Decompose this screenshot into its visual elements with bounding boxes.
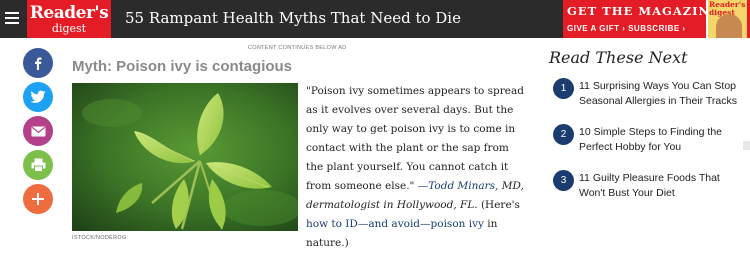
hamburger-menu-icon[interactable] bbox=[5, 10, 19, 26]
expert-quote: "Poison ivy sometimes appears to spread … bbox=[306, 82, 528, 253]
item-link-text[interactable]: 10 Simple Steps to Finding the Perfect H… bbox=[579, 125, 747, 155]
myth-heading: Myth: Poison ivy is contagious bbox=[72, 58, 293, 75]
item-link-text[interactable]: 11 Guilty Pleasure Foods That Won't Bust… bbox=[579, 171, 747, 201]
magazine-cover-image[interactable]: Reader's digest bbox=[706, 0, 747, 38]
logo-line1: Reader's bbox=[29, 3, 109, 23]
quote-text: "Poison ivy sometimes appears to spread … bbox=[306, 85, 524, 192]
facebook-icon bbox=[35, 57, 42, 70]
gift-subscribe-links[interactable]: GIVE A GIFT › SUBSCRIBE › bbox=[567, 24, 686, 33]
twitter-icon bbox=[30, 90, 46, 103]
twitter-share-button[interactable] bbox=[23, 82, 53, 112]
email-share-button[interactable] bbox=[23, 116, 53, 146]
email-icon bbox=[31, 126, 45, 136]
item-number-badge: 2 bbox=[553, 124, 574, 145]
top-header: Reader's digest 55 Rampant Health Myths … bbox=[0, 0, 750, 38]
cover-portrait bbox=[716, 14, 742, 38]
poison-ivy-guide-link[interactable]: how to ID—and avoid—poison ivy bbox=[306, 218, 484, 230]
photo-credit: ISTOCK/NODEROG bbox=[72, 235, 127, 241]
print-icon bbox=[31, 158, 45, 172]
read-next-item-2[interactable]: 2 10 Simple Steps to Finding the Perfect… bbox=[549, 124, 749, 170]
print-button[interactable] bbox=[23, 150, 53, 180]
poison-ivy-illustration bbox=[72, 83, 298, 231]
here-text: (Here's bbox=[477, 199, 520, 211]
poison-ivy-photo bbox=[72, 83, 298, 231]
read-next-item-1[interactable]: 1 11 Surprising Ways You Can Stop Season… bbox=[549, 78, 749, 124]
read-next-sidebar: Read These Next 1 11 Surprising Ways You… bbox=[549, 48, 749, 216]
article-headline: 55 Rampant Health Myths That Need to Die bbox=[125, 9, 461, 27]
item-number-badge: 3 bbox=[553, 170, 574, 191]
scrollbar-stub[interactable] bbox=[743, 141, 750, 150]
item-link-text[interactable]: 11 Surprising Ways You Can Stop Seasonal… bbox=[579, 79, 747, 109]
logo-line2: digest bbox=[51, 22, 87, 35]
read-next-title: Read These Next bbox=[549, 48, 688, 67]
plus-icon bbox=[32, 193, 44, 205]
ad-notice: CONTENT CONTINUES BELOW AD bbox=[248, 45, 347, 51]
more-share-button[interactable] bbox=[23, 184, 53, 214]
social-share-bar bbox=[23, 48, 53, 218]
item-number-badge: 1 bbox=[553, 78, 574, 99]
site-logo[interactable]: Reader's digest bbox=[27, 0, 111, 38]
get-magazine-label[interactable]: GET THE MAGAZINE bbox=[567, 4, 720, 18]
read-next-item-3[interactable]: 3 11 Guilty Pleasure Foods That Won't Bu… bbox=[549, 170, 749, 216]
attribution-name: —Todd Minars, bbox=[417, 180, 499, 192]
magazine-promo[interactable]: GET THE MAGAZINE GIVE A GIFT › SUBSCRIBE… bbox=[563, 0, 750, 38]
facebook-share-button[interactable] bbox=[23, 48, 53, 78]
